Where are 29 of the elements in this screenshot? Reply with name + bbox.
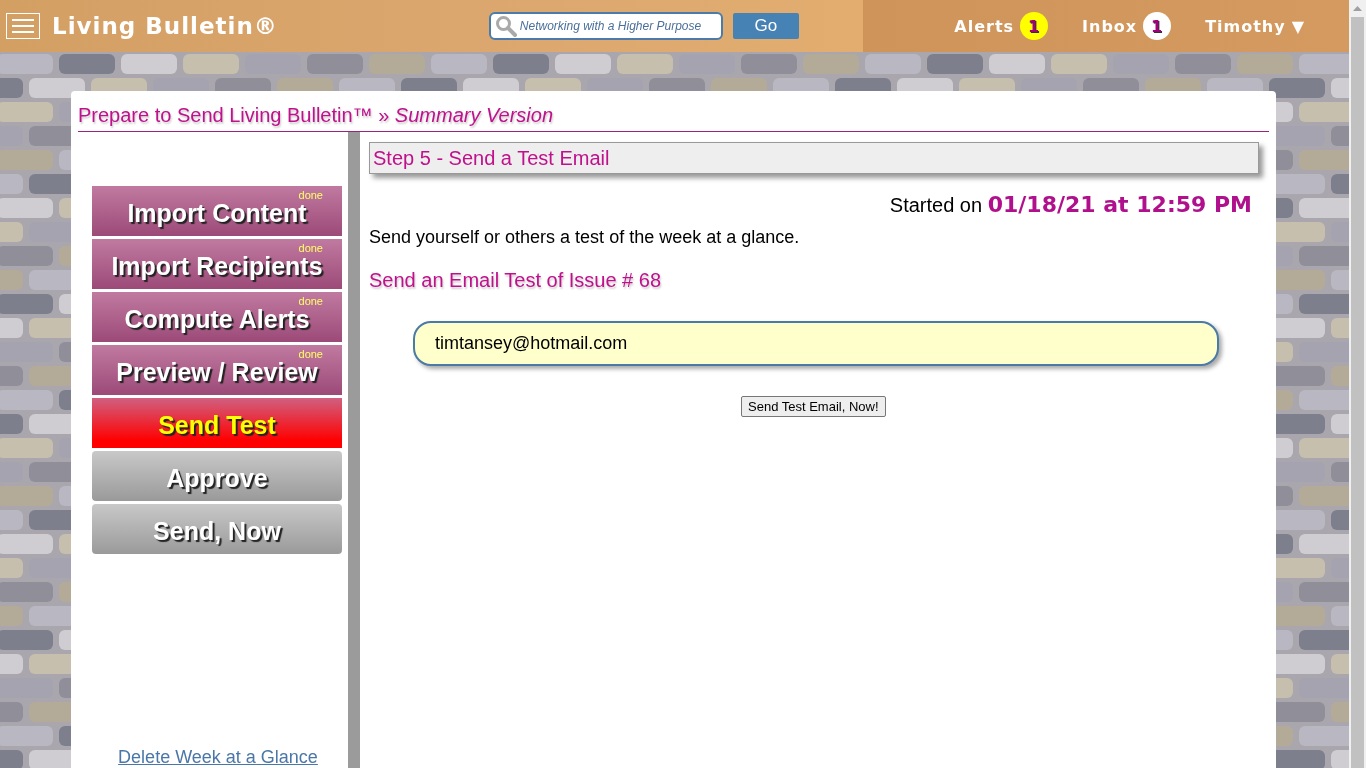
nav-link[interactable]: Alerts 1	[954, 12, 1049, 40]
count-badge: 1	[1143, 12, 1172, 40]
done-label: done	[298, 295, 323, 307]
done-label: done	[298, 189, 323, 201]
nav-link[interactable]: Inbox 1	[1082, 12, 1172, 40]
step-button[interactable]: Import Content done	[92, 186, 342, 236]
description: Send yourself or others a test of the week at a glance.	[369, 227, 801, 248]
delete-link[interactable]: Delete Week at a Glance	[108, 747, 318, 768]
section-title: Send an Email Test of Issue # 68	[369, 269, 663, 292]
app-title: Living Bulletin®	[52, 13, 278, 39]
menu-button[interactable]	[6, 13, 40, 39]
step-title: Step 5 - Send a Test Email	[369, 142, 1259, 174]
started-date: 01/18/21 at 12:59 PM	[987, 192, 1252, 217]
email-field[interactable]: timtansey@hotmail.com	[413, 321, 1219, 366]
done-label: done	[298, 242, 323, 254]
step-button[interactable]: Preview / Review done	[92, 345, 342, 395]
user-menu[interactable]: Timothy ▼	[1205, 16, 1305, 36]
scrollbar[interactable]	[1349, 0, 1366, 768]
step-button[interactable]: Send Test	[92, 398, 342, 448]
search-icon	[494, 15, 517, 37]
page-title: Prepare to Send Living Bulletin™ » Summary Version	[78, 91, 1269, 132]
done-label: done	[298, 348, 323, 360]
count-badge: 1	[1020, 12, 1049, 40]
send-test-button[interactable]: Send Test Email, Now!	[741, 396, 886, 417]
search-field[interactable]: Networking with a Higher Purpose	[488, 12, 723, 40]
step-button[interactable]: Import Recipients done	[92, 239, 342, 289]
step-button[interactable]: Compute Alerts done	[92, 292, 342, 342]
go-button[interactable]: Go	[732, 13, 799, 39]
started-label: Started on	[889, 194, 983, 216]
